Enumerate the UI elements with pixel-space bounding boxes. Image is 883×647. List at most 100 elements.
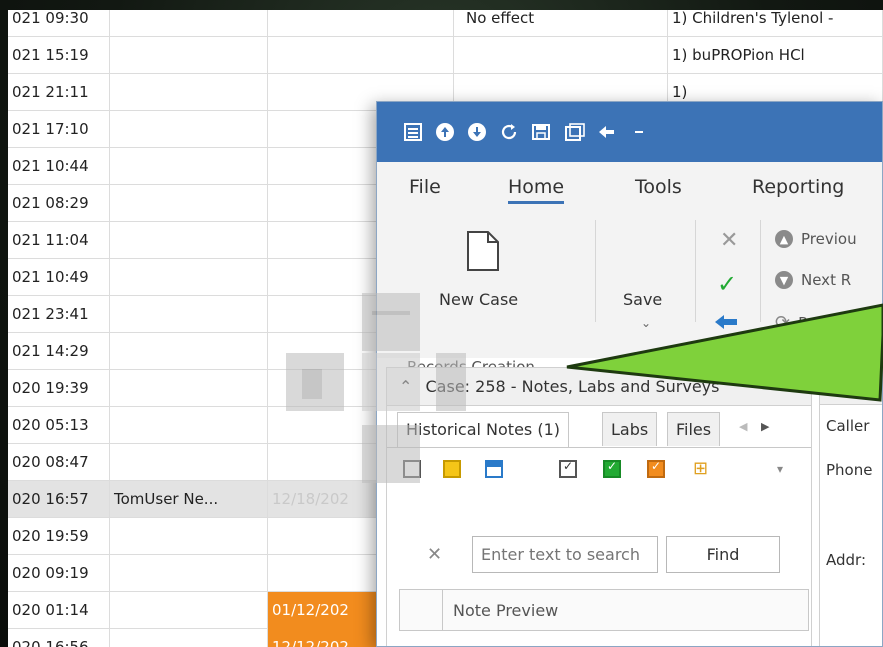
table-cell: 020 16:56 (8, 629, 110, 647)
title-bar (377, 102, 882, 162)
table-cell (110, 222, 268, 259)
table-cell: 020 08:47 (8, 444, 110, 481)
notes-grid-header: Note Preview (399, 589, 809, 631)
watermark-logo-icon (286, 293, 466, 483)
table-row[interactable]: 021 09:30 No effect 1) Children's Tylenol … (8, 10, 883, 37)
table-row[interactable]: 021 15:19 1) buPROPion HCl (8, 37, 883, 74)
caller-panel: ⌃ C Caller Phone Addr: (819, 367, 882, 646)
tab-scroll-left-icon[interactable]: ◀ (739, 420, 747, 433)
table-cell: 021 09:30 (8, 10, 110, 37)
find-button[interactable]: Find (666, 536, 780, 573)
cancel-icon[interactable]: ✕ (720, 228, 738, 253)
next-record-button[interactable]: ▼ Next R (775, 271, 851, 289)
refresh-label: Refresh (798, 313, 855, 332)
table-cell (454, 37, 668, 74)
table-cell (110, 37, 268, 74)
table-cell (110, 111, 268, 148)
tab-home[interactable]: Home (508, 176, 565, 204)
table-cell (110, 259, 268, 296)
table-cell: No effect (454, 10, 668, 37)
menu-icon[interactable] (401, 120, 425, 144)
case-panel-title: Case: 258 - Notes, Labs and Surveys (425, 377, 720, 396)
previous-label: Previou (801, 230, 857, 248)
tab-labs[interactable]: Labs (602, 412, 658, 446)
table-cell: 021 10:49 (8, 259, 110, 296)
table-cell: 020 09:19 (8, 555, 110, 592)
hierarchy-icon[interactable]: ⊞ (693, 458, 708, 479)
table-cell: 021 17:10 (8, 111, 110, 148)
ribbon-separator (695, 220, 696, 322)
phone-label: Phone (826, 461, 873, 479)
ribbon-separator (595, 220, 596, 322)
table-cell (110, 592, 268, 629)
table-cell: 021 08:29 (8, 185, 110, 222)
accept-check-icon[interactable]: ✓ (717, 270, 737, 298)
up-circle-icon: ▲ (775, 230, 793, 248)
table-cell: 020 16:57 (8, 481, 110, 518)
table-cell: 021 10:44 (8, 148, 110, 185)
green-check-icon[interactable]: ✓ (603, 459, 621, 478)
caller-panel-header[interactable]: ⌃ C (820, 367, 882, 405)
chevron-down-icon: ⌄ (641, 316, 652, 330)
toolbar-dropdown-icon[interactable]: ▾ (777, 462, 783, 476)
table-cell: 020 05:13 (8, 407, 110, 444)
tab-scroll-right-icon[interactable]: ▶ (761, 420, 769, 433)
save-all-icon[interactable] (563, 120, 587, 144)
orange-check-icon[interactable]: ✓ (647, 459, 665, 478)
table-cell (110, 10, 268, 37)
next-label: Next R (801, 271, 852, 289)
refresh-icon[interactable] (497, 120, 521, 144)
table-cell (110, 407, 268, 444)
previous-record-button[interactable]: ▲ Previou (775, 230, 857, 248)
table-cell (268, 37, 454, 74)
tab-reporting[interactable]: Reporting (752, 176, 844, 198)
ribbon-separator (760, 220, 761, 322)
menu-bar: File Home Tools Reporting (377, 162, 882, 210)
refresh-icon: ⟳ (775, 312, 791, 333)
tab-files[interactable]: Files (667, 412, 721, 446)
caller-panel-title: C (854, 376, 866, 395)
table-cell: 021 14:29 (8, 333, 110, 370)
save-label: Save (623, 290, 663, 309)
search-input[interactable] (472, 536, 658, 573)
address-label: Addr: (826, 551, 866, 569)
table-cell (110, 370, 268, 407)
note-preview-column-header[interactable]: Note Preview (442, 590, 558, 630)
caller-label: Caller (826, 417, 870, 435)
table-cell: 020 19:39 (8, 370, 110, 407)
table-cell (268, 10, 454, 37)
table-cell (110, 333, 268, 370)
table-cell: 1) Children's Tylenol - (668, 10, 883, 37)
table-cell (110, 444, 268, 481)
table-cell: 1) buPROPion HCl (668, 37, 883, 74)
clear-search-icon[interactable]: ✕ (427, 544, 442, 565)
tab-file[interactable]: File (409, 176, 441, 198)
up-circle-icon[interactable] (433, 120, 457, 144)
table-cell (110, 296, 268, 333)
table-cell: TomUser Ne... (110, 481, 268, 518)
refresh-button[interactable]: ⟳ Refresh (775, 312, 855, 333)
save-button[interactable]: Save ⌄ (609, 270, 679, 330)
table-cell (110, 185, 268, 222)
table-cell (110, 629, 268, 647)
table-cell (110, 74, 268, 111)
table-cell (110, 555, 268, 592)
undo-icon[interactable] (595, 120, 619, 144)
new-document-icon (467, 231, 499, 271)
window-note-icon[interactable] (485, 460, 503, 478)
table-cell (110, 518, 268, 555)
chevron-up-icon: ⌃ (830, 376, 844, 395)
qat-dropdown-icon[interactable] (627, 120, 651, 144)
table-cell: 020 01:14 (8, 592, 110, 629)
tab-tools[interactable]: Tools (635, 176, 682, 198)
table-cell: 021 11:04 (8, 222, 110, 259)
table-cell (110, 148, 268, 185)
table-cell: 020 19:59 (8, 518, 110, 555)
checkbox-icon[interactable]: ✓ (559, 459, 577, 478)
table-cell: 021 15:19 (8, 37, 110, 74)
down-circle-icon: ▼ (775, 271, 793, 289)
revert-arrow-icon[interactable] (713, 312, 739, 336)
save-icon[interactable] (529, 120, 553, 144)
down-circle-icon[interactable] (465, 120, 489, 144)
table-cell: 021 23:41 (8, 296, 110, 333)
